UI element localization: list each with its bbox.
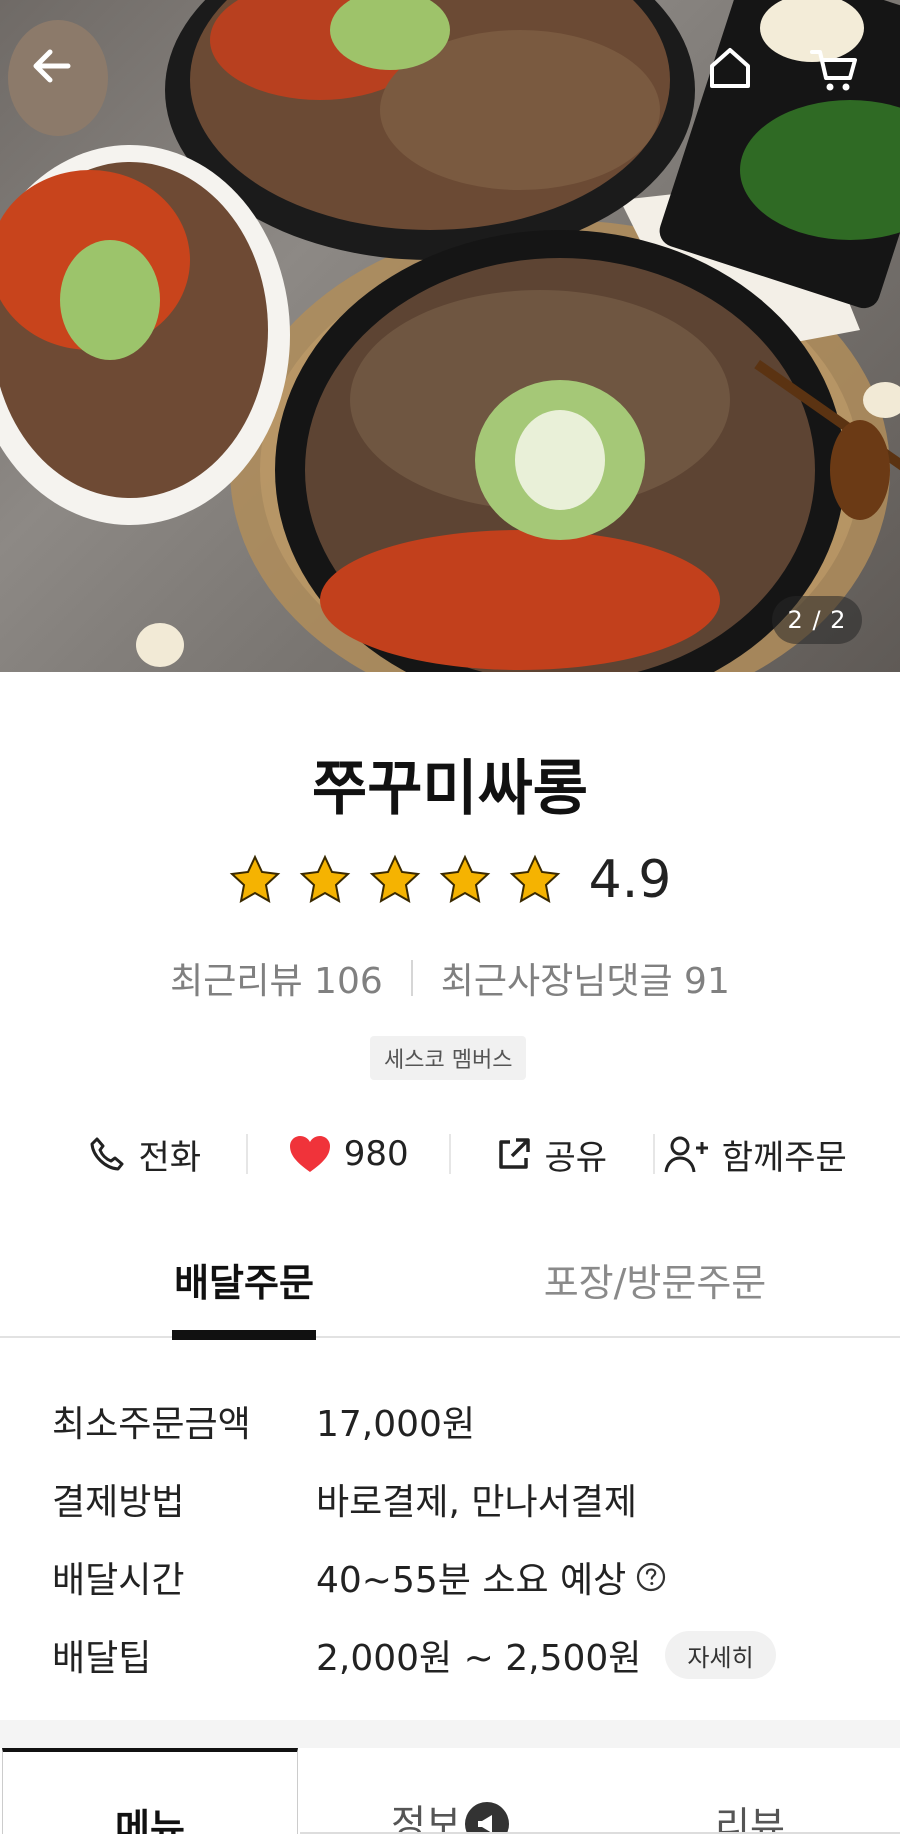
store-name: 쭈꾸미싸롱 (312, 754, 588, 824)
recent-owner-replies-count[interactable]: 최근사장님댓글 91 (441, 952, 730, 1004)
delivery-tip-row: 배달팁 2,000원 ~ 2,500원 자세히 (52, 1616, 872, 1694)
tab-delivery-order[interactable]: 배달주문 (172, 1252, 316, 1340)
call-button[interactable]: 전화 (44, 1130, 246, 1179)
add-user-icon (664, 1136, 708, 1173)
payment-value: 바로결제, 만나서결제 (316, 1482, 637, 1523)
tab-review-label: 리뷰 (715, 1804, 785, 1834)
arrow-left-icon (33, 49, 71, 83)
review-summary: 최근리뷰 106 최근사장님댓글 91 (0, 952, 900, 1004)
tab-menu[interactable]: 메뉴 (2, 1748, 298, 1834)
delivery-time-value: 40~55분 소요 예상 (316, 1560, 627, 1601)
like-count: 980 (343, 1134, 409, 1174)
recent-reviews-count[interactable]: 최근리뷰 106 (170, 952, 383, 1004)
group-order-button[interactable]: 함께주문 (655, 1130, 857, 1179)
store-section-tabs: 메뉴 정보 리뷰 (0, 1748, 900, 1834)
home-icon (710, 48, 750, 88)
cart-button[interactable] (808, 44, 872, 108)
tab-info-wrap: 정보 (391, 1802, 509, 1834)
help-icon[interactable] (636, 1562, 666, 1592)
payment-row: 결제방법 바로결제, 만나서결제 (52, 1460, 872, 1538)
delivery-tip-label: 배달팁 (52, 1638, 152, 1679)
star-rating (229, 854, 561, 906)
share-icon (499, 1138, 531, 1169)
star-icon (229, 854, 280, 903)
home-button[interactable] (706, 44, 770, 108)
star-icon (509, 854, 560, 903)
section-divider (0, 1720, 900, 1748)
tab-review[interactable]: 리뷰 (600, 1748, 900, 1834)
store-actions: 전화 980 공유 함께주문 (44, 1124, 856, 1184)
group-order-label: 함께주문 (721, 1137, 847, 1178)
star-icon (299, 854, 350, 903)
min-order-label: 최소주문금액 (52, 1404, 251, 1445)
megaphone-icon (464, 1802, 509, 1832)
share-button[interactable]: 공유 (451, 1130, 653, 1179)
tab-menu-label: 메뉴 (115, 1806, 185, 1834)
divider (410, 960, 413, 996)
photo-page-counter: 2 / 2 (772, 596, 862, 644)
rating-value: 4.9 (588, 850, 672, 910)
cart-icon (810, 50, 857, 91)
rating-row[interactable]: 4.9 (0, 850, 900, 910)
tab-info[interactable]: 정보 (300, 1748, 600, 1834)
share-label: 공유 (544, 1137, 608, 1178)
store-photo-hero[interactable]: 2 / 2 (0, 0, 900, 672)
delivery-time-row: 배달시간 40~55분 소요 예상 (52, 1538, 872, 1616)
min-order-row: 최소주문금액 17,000원 (52, 1382, 872, 1460)
delivery-tip-value: 2,000원 ~ 2,500원 (316, 1638, 642, 1679)
call-label: 전화 (138, 1137, 202, 1178)
back-button[interactable] (28, 42, 92, 106)
heart-icon (289, 1136, 330, 1172)
like-button[interactable]: 980 (248, 1134, 450, 1174)
tab-pickup-order[interactable]: 포장/방문주문 (520, 1252, 790, 1338)
delivery-info: 최소주문금액 17,000원 결제방법 바로결제, 만나서결제 배달시간 40~… (52, 1382, 872, 1694)
payment-label: 결제방법 (52, 1482, 185, 1523)
cesco-members-badge: 세스코 멤버스 (370, 1036, 527, 1080)
delivery-time-label: 배달시간 (52, 1560, 185, 1601)
phone-icon (90, 1137, 124, 1171)
delivery-time-wrap: 40~55분 소요 예상 (316, 1551, 666, 1603)
delivery-tip-wrap: 2,000원 ~ 2,500원 자세히 (316, 1629, 776, 1681)
star-icon (439, 854, 490, 903)
delivery-tip-detail-button[interactable]: 자세히 (665, 1631, 776, 1679)
order-type-tabs: 배달주문 포장/방문주문 (0, 1252, 900, 1340)
min-order-value: 17,000원 (316, 1404, 476, 1445)
star-icon (369, 854, 420, 903)
tab-info-label: 정보 (391, 1802, 461, 1834)
